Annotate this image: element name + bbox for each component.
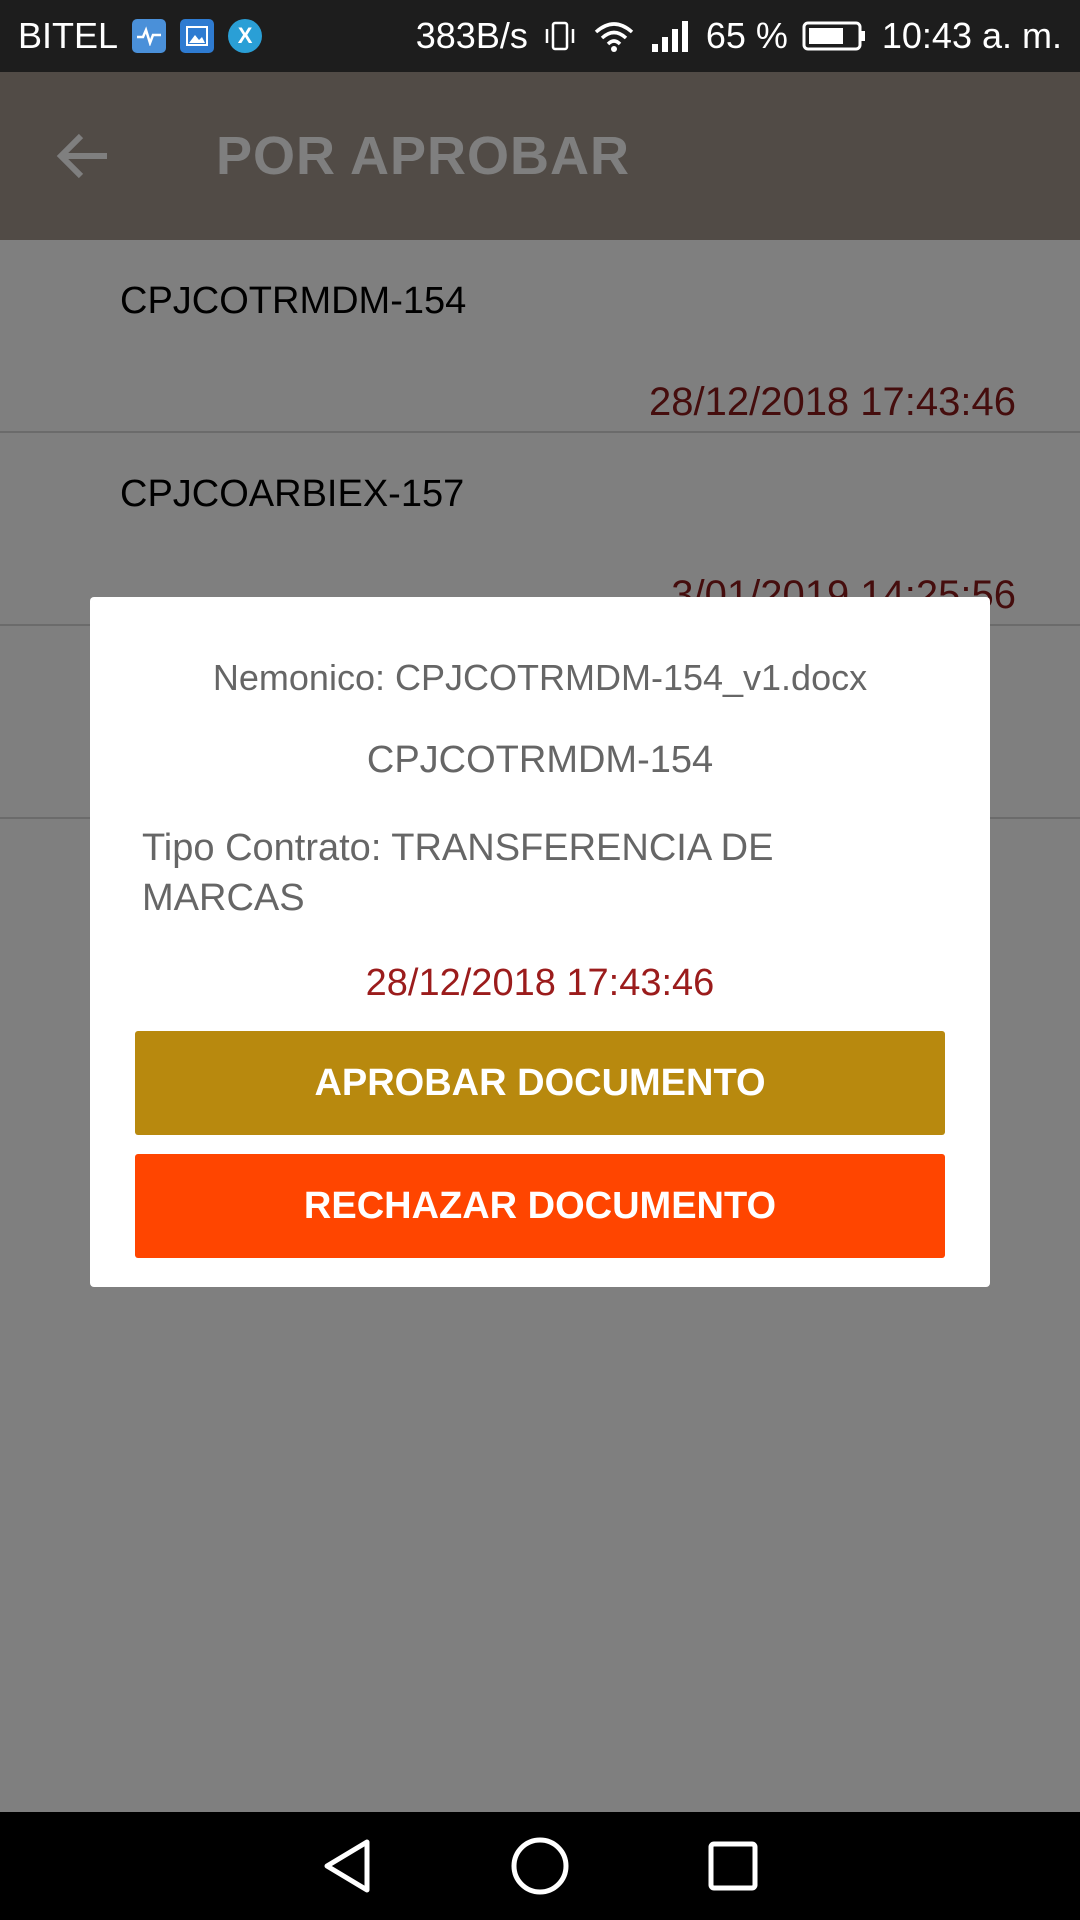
dialog-contract-type: Tipo Contrato: TRANSFERENCIA DE MARCAS [142, 827, 774, 919]
health-app-icon [132, 19, 167, 53]
nav-recents-button[interactable] [698, 1831, 768, 1901]
navigation-bar [0, 1812, 1080, 1920]
reject-document-button[interactable]: RECHAZAR DOCUMENTO [135, 1154, 945, 1258]
battery-percent-label: 65 % [705, 15, 788, 56]
net-speed-label: 383B/s [415, 15, 528, 56]
x-app-icon: X [228, 19, 263, 53]
wifi-icon [592, 18, 636, 54]
dialog-code: CPJCOTRMDM-154 [366, 739, 714, 781]
signal-icon [650, 18, 692, 54]
nav-back-button[interactable] [312, 1831, 382, 1901]
status-bar-right: 383B/s 65 % 10:43 a. m. [416, 15, 1062, 57]
battery-icon [802, 19, 868, 53]
gallery-app-icon [180, 19, 215, 53]
nav-home-button[interactable] [505, 1831, 575, 1901]
dialog-date: 28/12/2018 17:43:46 [365, 962, 715, 1004]
clock-label: 10:43 a. m. [881, 15, 1062, 56]
status-bar-left: BITEL X [18, 15, 263, 57]
back-triangle-icon [324, 1839, 370, 1893]
approval-dialog: Nemonico: CPJCOTRMDM-154_v1.docx CPJCOTR… [90, 597, 990, 1287]
home-circle-icon [511, 1837, 569, 1895]
dialog-nemonico: Nemonico: CPJCOTRMDM-154_v1.docx [212, 657, 868, 698]
recents-square-icon [708, 1841, 758, 1891]
status-bar: BITEL X 383B/s 65 % 10:43 a. m. [0, 0, 1080, 72]
carrier-label: BITEL [18, 15, 119, 56]
approve-document-button[interactable]: APROBAR DOCUMENTO [135, 1031, 945, 1135]
vibrate-icon [542, 18, 578, 54]
